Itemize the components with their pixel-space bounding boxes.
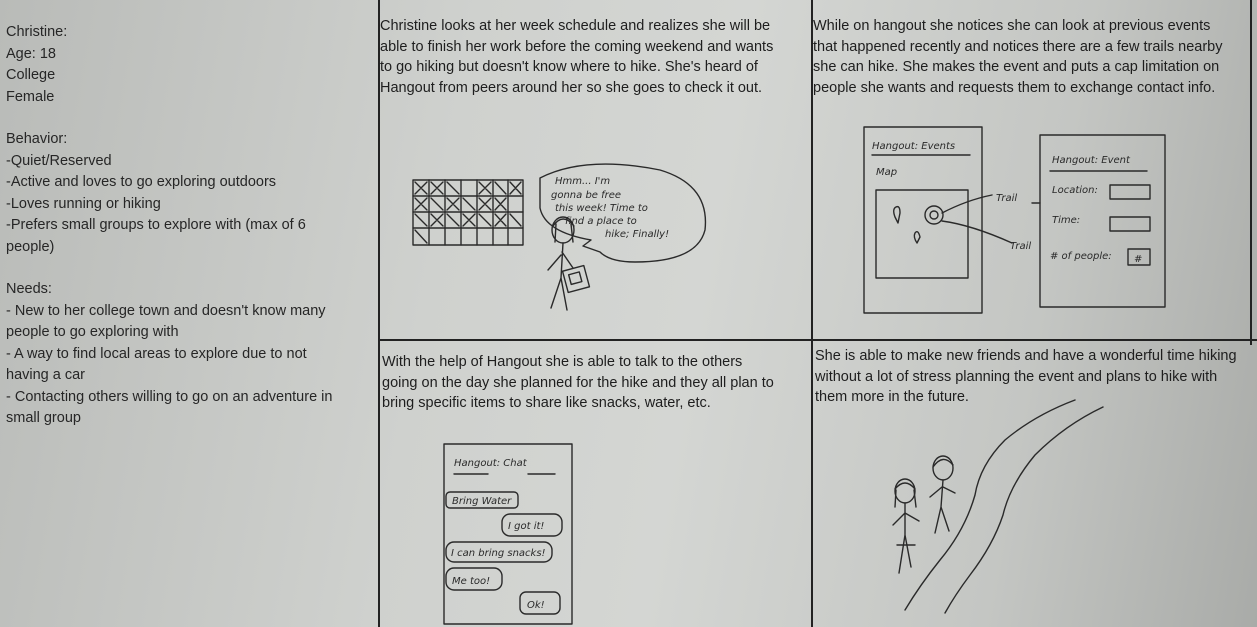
chat-message: Ok! <box>527 600 545 611</box>
screen-title: Hangout: Event <box>1052 155 1131 166</box>
needs-line: small group <box>6 410 81 426</box>
caption-line: going on the day she planned for the hik… <box>382 374 774 391</box>
persona-gender: Female <box>6 88 55 105</box>
needs-line: - A way to find local areas to explore d… <box>6 345 307 362</box>
speech-text: find a place to <box>565 216 637 227</box>
panel-1-caption: Christine looks at her week schedule and… <box>380 16 808 98</box>
map-pin-icon <box>924 205 944 225</box>
screen-title: Hangout: Chat <box>454 458 528 469</box>
caption-line: able to finish her work before the comin… <box>380 38 774 55</box>
speech-text: hike; Finally! <box>605 229 669 240</box>
needs-line: having a car <box>6 367 85 383</box>
behavior-line: -Loves running or hiking <box>6 195 161 212</box>
map-area <box>875 189 969 279</box>
persona-description: Christine: Age: 18 College Female Behavi… <box>6 22 376 430</box>
behavior-line: -Active and loves to go exploring outdoo… <box>6 174 277 190</box>
needs-line: - Contacting others willing to go on an … <box>6 388 333 405</box>
caption-line: bring specific items to share like snack… <box>382 395 711 411</box>
caption-line: She is able to make new friends and have… <box>815 348 1237 364</box>
chat-message: I can bring snacks! <box>451 548 546 559</box>
grid-divider <box>378 339 1257 341</box>
people-value: # <box>1134 254 1142 265</box>
behavior-line: -Prefers small groups to explore with (m… <box>6 217 306 233</box>
persona-age: Age: 18 <box>6 45 56 62</box>
needs-line: people to go exploring with <box>6 324 179 340</box>
map-label: Map <box>876 167 897 178</box>
caption-line: people she wants and requests them to ex… <box>813 79 1216 96</box>
events-sketch: Hangout: Events Map Trail Trail Hangout:… <box>863 126 1166 314</box>
phone-icon <box>561 264 591 294</box>
caption-line: to go hiking but doesn't know where to h… <box>380 59 758 75</box>
hike-sketch <box>892 399 1104 614</box>
needs-line: - New to her college town and doesn't kn… <box>6 302 326 319</box>
caption-line: While on hangout she notices she can loo… <box>813 18 1211 34</box>
chat-message: Me too! <box>452 576 490 587</box>
behavior-line: -Quiet/Reserved <box>6 152 112 169</box>
schedule-sketch: Hmm... I'm gonna be free this week! Time… <box>412 163 707 311</box>
form-label: # of people: <box>1050 251 1112 262</box>
panel-3-caption: With the help of Hangout she is able to … <box>382 352 810 414</box>
persona-name: Christine: <box>6 24 68 40</box>
panel-2-caption: While on hangout she notices she can loo… <box>813 16 1253 98</box>
trail-label: Trail <box>996 193 1017 204</box>
chat-sketch: Hangout: Chat Bring Water I got it! I ca… <box>443 443 573 625</box>
caption-line: With the help of Hangout she is able to … <box>382 354 743 370</box>
phone-screen-chat <box>443 443 573 625</box>
chat-message: I got it! <box>508 521 544 532</box>
behavior-line: people) <box>6 238 55 255</box>
form-label: Time: <box>1052 215 1080 226</box>
location-field <box>1109 184 1151 200</box>
form-label: Location: <box>1052 185 1098 196</box>
speech-text: Hmm... I'm <box>555 176 610 187</box>
behavior-heading: Behavior: <box>6 131 68 147</box>
time-field <box>1109 216 1151 232</box>
caption-line: Hangout from peers around her so she goe… <box>380 79 763 96</box>
trail-label: Trail <box>1010 241 1031 252</box>
screen-title: Hangout: Events <box>872 141 955 152</box>
speech-text: this week! Time to <box>555 203 648 214</box>
caption-line: that happened recently and notices there… <box>813 38 1223 55</box>
persona-school: College <box>6 67 56 83</box>
needs-heading: Needs: <box>6 281 52 297</box>
caption-line: Christine looks at her week schedule and… <box>380 18 771 34</box>
trail-path <box>904 399 1076 611</box>
caption-line: she can hike. She makes the event and pu… <box>813 59 1220 75</box>
caption-line: without a lot of stress planning the eve… <box>815 368 1218 385</box>
speech-text: gonna be free <box>551 190 621 201</box>
chat-message: Bring Water <box>452 496 512 507</box>
